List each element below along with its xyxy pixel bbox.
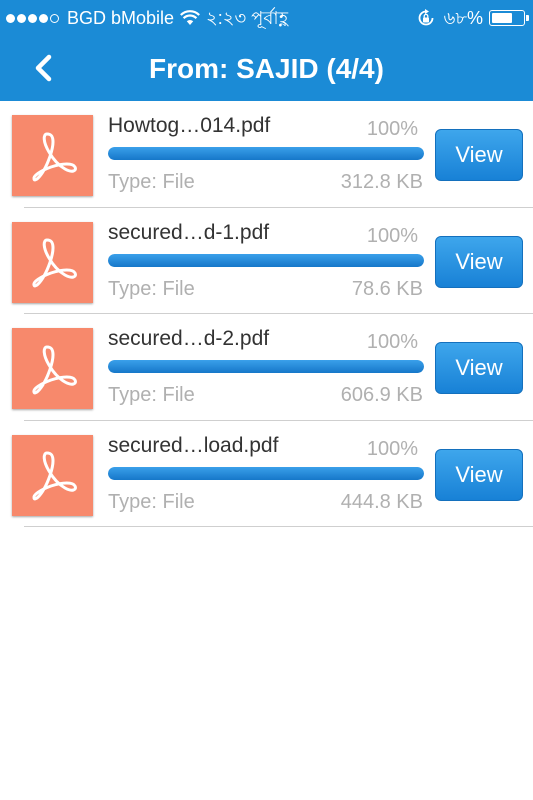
signal-dot — [6, 13, 15, 23]
status-bar: BGD bMobile ২:২৩ পূর্বাহ্ণ ৬৮% — [0, 0, 533, 36]
download-percent: 100% — [366, 331, 418, 353]
download-percent: 100% — [366, 224, 418, 247]
status-left: BGD bMobile ২:২৩ পূর্বাহ্ণ — [6, 0, 288, 36]
file-name: secured…d-2.pdf — [108, 327, 270, 350]
file-size: 606.9 KB — [340, 384, 423, 406]
view-button[interactable]: View — [435, 129, 523, 181]
navigation-bar: From: SAJID (4/4) — [0, 36, 533, 101]
app-screen: BGD bMobile ২:২৩ পূর্বাহ্ণ ৬৮% From: SAJ… — [0, 0, 533, 800]
carrier-name: BGD bMobile — [67, 8, 175, 28]
signal-dot — [39, 13, 48, 23]
file-name: secured…load.pdf — [108, 433, 279, 457]
pdf-icon — [12, 328, 93, 409]
status-right: ৬৮% — [416, 0, 529, 36]
file-type: Type: File — [108, 384, 195, 406]
rotation-lock-icon — [416, 8, 436, 28]
status-time: ২:২৩ পূর্বাহ্ণ — [206, 8, 289, 28]
view-button[interactable]: View — [435, 448, 523, 501]
download-percent: 100% — [366, 437, 418, 460]
view-button[interactable]: View — [435, 235, 523, 288]
pdf-icon — [12, 115, 93, 196]
signal-dot — [28, 13, 37, 23]
file-type: Type: File — [108, 277, 195, 300]
signal-dot — [50, 13, 59, 23]
row-divider — [24, 526, 533, 527]
file-size: 444.8 KB — [340, 490, 423, 513]
wifi-icon — [180, 10, 201, 26]
progress-fill — [108, 253, 424, 267]
back-button[interactable] — [26, 50, 60, 86]
progress-bar — [108, 253, 424, 267]
chevron-left-icon — [35, 54, 52, 82]
progress-fill — [108, 466, 424, 480]
progress-bar — [108, 360, 424, 373]
file-row: secured…load.pdf 100% Type: File 444.8 K… — [0, 421, 533, 527]
file-list: Howtog…014.pdf 100% Type: File 312.8 KB … — [0, 101, 533, 527]
file-name: secured…d-1.pdf — [108, 220, 270, 244]
progress-bar — [108, 147, 424, 160]
progress-fill — [108, 147, 424, 160]
battery-percentage: ৬৮% — [443, 8, 483, 28]
page-title: From: SAJID (4/4) — [149, 53, 384, 84]
file-row: secured…d-1.pdf 100% Type: File 78.6 KB … — [0, 208, 533, 314]
battery-nub — [526, 15, 529, 21]
file-name: Howtog…014.pdf — [108, 114, 271, 137]
header: BGD bMobile ২:২৩ পূর্বাহ্ণ ৬৮% From: SAJ… — [0, 0, 533, 101]
file-row: Howtog…014.pdf 100% Type: File 312.8 KB … — [0, 101, 533, 208]
progress-bar — [108, 466, 424, 480]
download-percent: 100% — [366, 118, 418, 140]
signal-strength-icon — [6, 13, 61, 23]
battery-level — [492, 13, 512, 23]
file-type: Type: File — [108, 490, 195, 513]
progress-fill — [108, 360, 424, 373]
file-row: secured…d-2.pdf 100% Type: File 606.9 KB… — [0, 314, 533, 421]
pdf-icon — [12, 434, 93, 516]
signal-dot — [17, 13, 26, 23]
pdf-icon — [12, 221, 93, 303]
file-size: 312.8 KB — [340, 171, 423, 193]
view-button[interactable]: View — [435, 342, 523, 394]
file-type: Type: File — [108, 171, 195, 193]
battery-icon — [489, 10, 529, 26]
file-size: 78.6 KB — [351, 277, 423, 300]
